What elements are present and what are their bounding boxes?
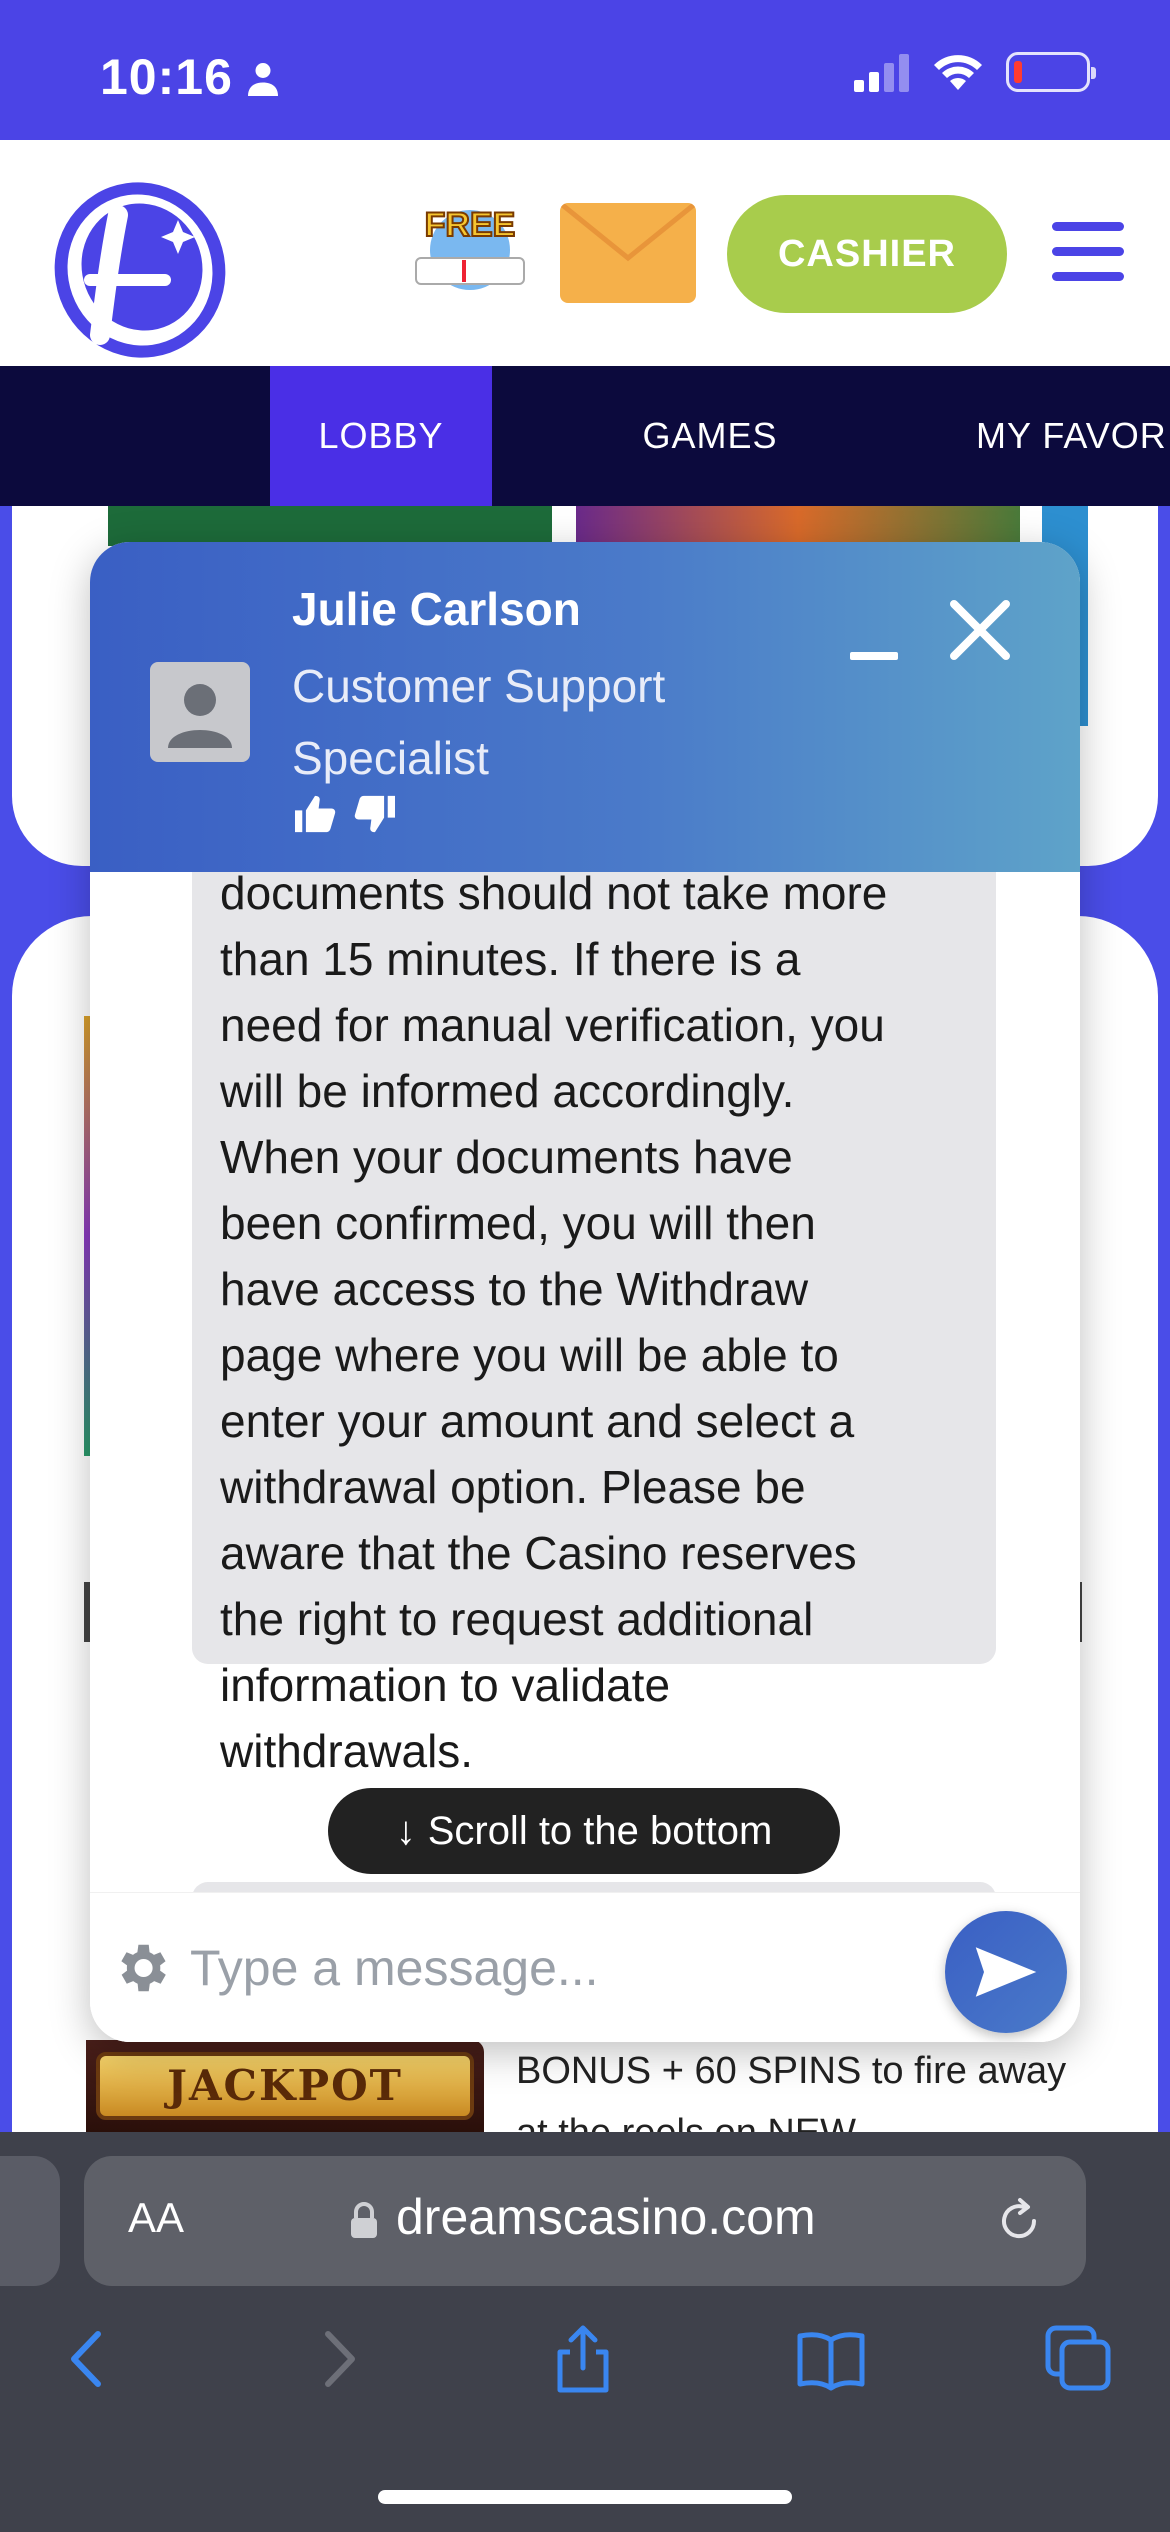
tab-games[interactable]: GAMES xyxy=(590,366,830,506)
reload-icon[interactable] xyxy=(994,2196,1044,2246)
lock-icon xyxy=(351,2202,377,2238)
send-button[interactable] xyxy=(945,1911,1067,2033)
agent-role: Customer Support Specialist xyxy=(292,660,666,784)
agent-name: Julie Carlson xyxy=(292,583,581,635)
back-icon[interactable] xyxy=(52,2324,122,2394)
message-input[interactable] xyxy=(190,1923,910,2013)
battery-icon xyxy=(1006,52,1096,92)
thumbs-down-icon[interactable] xyxy=(352,794,398,834)
avatar xyxy=(150,662,250,762)
jackpot-label: JACKPOT xyxy=(96,2052,474,2120)
thumbs-up-icon[interactable] xyxy=(292,794,338,834)
status-time: 10:16 xyxy=(100,49,233,105)
tab-lobby[interactable]: LOBBY xyxy=(270,366,492,506)
reader-settings-button[interactable]: AA xyxy=(128,2194,184,2242)
address-bar[interactable]: AA dreamscasino.com xyxy=(84,2156,1086,2286)
bookmarks-icon[interactable] xyxy=(796,2324,866,2394)
main-nav: LOBBY GAMES MY FAVOR xyxy=(0,366,1170,506)
arrow-down-icon: ↓ xyxy=(395,1808,416,1853)
cashier-button[interactable]: CASHIER xyxy=(727,195,1007,313)
agent-message-text: documents should not take more than 15 m… xyxy=(220,872,888,1777)
dreams-logo[interactable] xyxy=(50,175,230,365)
game-thumbnail-fortune[interactable] xyxy=(576,506,1020,546)
message-composer xyxy=(90,1892,1080,2042)
tab-my-favorites[interactable]: MY FAVOR xyxy=(960,366,1170,506)
tabs-icon[interactable] xyxy=(1044,2324,1114,2394)
status-indicators xyxy=(854,52,1096,92)
agent-message: documents should not take more than 15 m… xyxy=(192,872,996,1777)
browser-toolbar: AA dreamscasino.com xyxy=(0,2132,1170,2532)
send-icon xyxy=(975,1947,1037,1997)
game-thumbnail-blackjack[interactable] xyxy=(108,506,552,546)
forward-icon[interactable] xyxy=(304,2324,374,2394)
jackpot-banner[interactable]: JACKPOT xyxy=(86,2040,484,2132)
minimize-button[interactable] xyxy=(840,602,910,672)
rating-buttons xyxy=(292,794,398,834)
url-text: dreamscasino.com xyxy=(396,2189,816,2245)
signal-icon xyxy=(854,54,909,92)
gear-icon[interactable] xyxy=(110,1937,172,1999)
chat-messages[interactable]: documents should not take more than 15 m… xyxy=(90,872,1080,1934)
share-icon[interactable] xyxy=(548,2324,618,2394)
person-icon xyxy=(248,63,278,96)
free-spins-icon[interactable]: FREE xyxy=(412,198,528,294)
previous-tab[interactable] xyxy=(0,2156,60,2286)
home-indicator[interactable] xyxy=(378,2490,792,2504)
svg-text:FREE: FREE xyxy=(425,206,516,244)
scroll-to-bottom-button[interactable]: ↓ Scroll to the bottom xyxy=(328,1788,840,1874)
close-icon[interactable] xyxy=(940,590,1020,670)
scroll-to-bottom-label: Scroll to the bottom xyxy=(427,1808,773,1853)
wifi-icon xyxy=(934,55,982,90)
hamburger-menu-icon[interactable] xyxy=(1052,222,1124,282)
mail-icon[interactable] xyxy=(560,203,696,303)
live-chat-widget: documents should not take more than 15 m… xyxy=(90,542,1080,2042)
chat-header: Julie Carlson Customer Support Specialis… xyxy=(90,542,1080,872)
status-bar: 10:16 xyxy=(0,0,1170,140)
